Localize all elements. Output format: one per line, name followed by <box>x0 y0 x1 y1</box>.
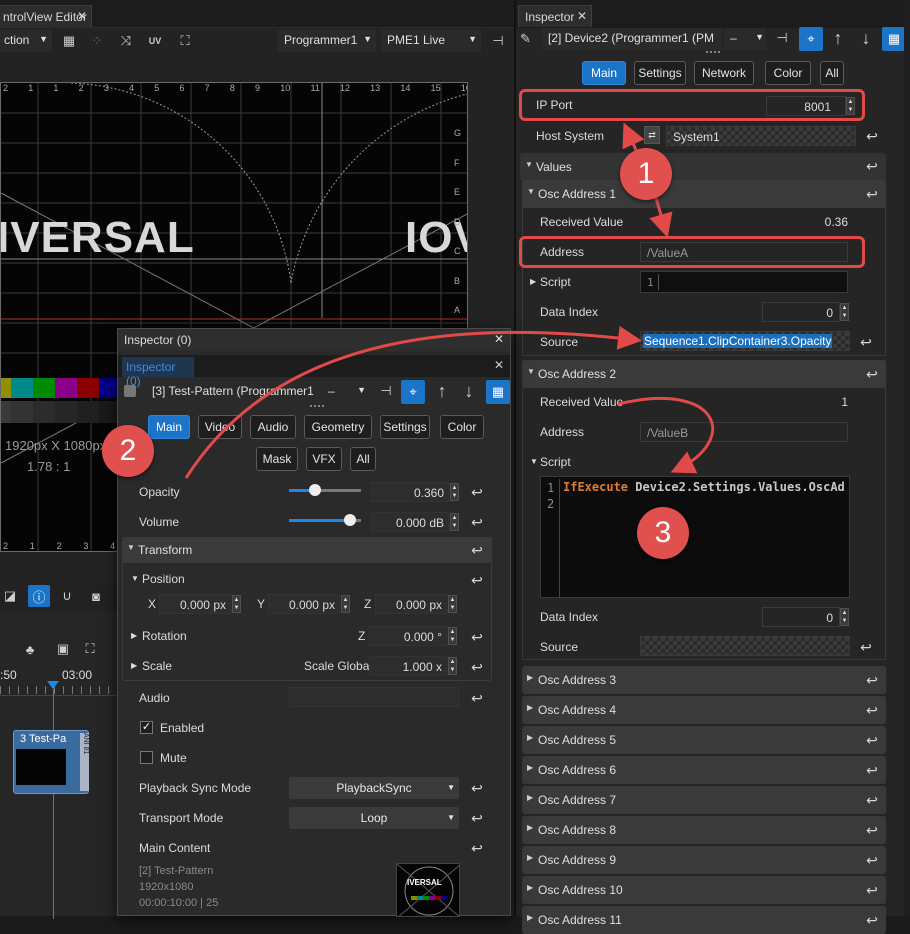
annotation-badge-2: 2 <box>102 425 154 477</box>
annotation-badge-3: 3 <box>637 507 689 559</box>
annotation-badge-1: 1 <box>620 148 672 200</box>
